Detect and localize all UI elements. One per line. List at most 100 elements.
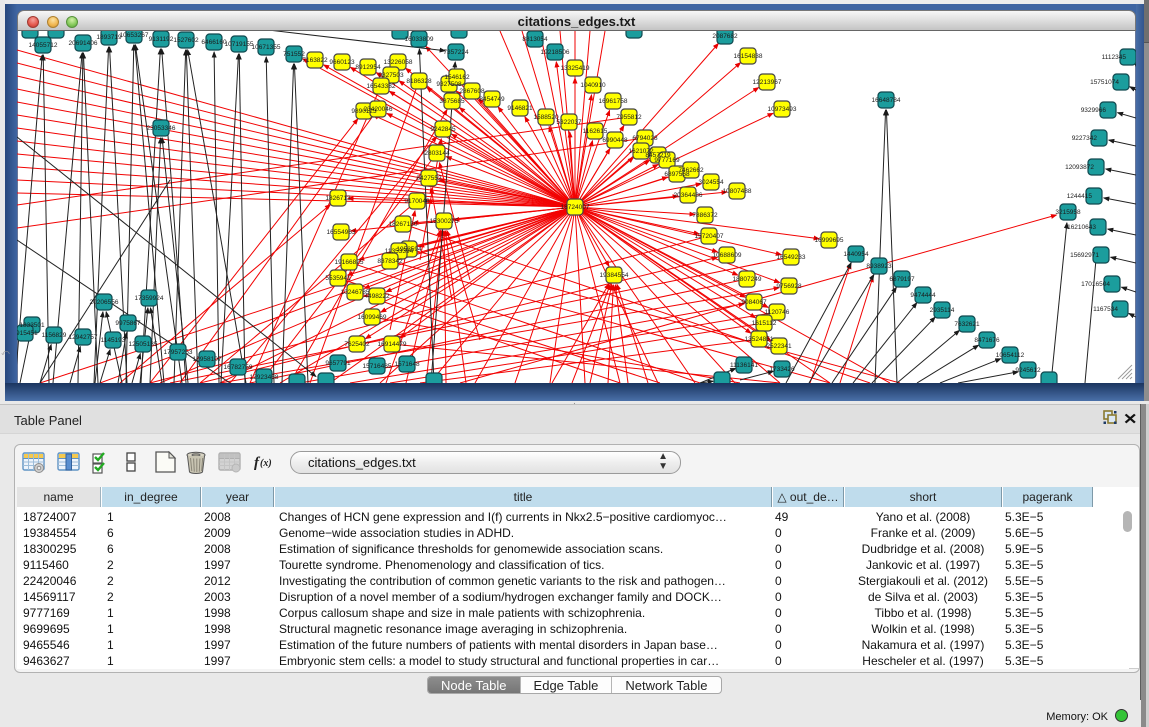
svg-text:16782759: 16782759 (224, 364, 253, 371)
svg-text:10654112: 10654112 (996, 352, 1025, 359)
svg-text:9327503: 9327503 (378, 72, 404, 79)
svg-text:8938923: 8938923 (866, 263, 892, 270)
svg-text:1162615: 1162615 (583, 128, 608, 135)
svg-text:20364486: 20364486 (674, 192, 703, 199)
svg-text:1120746: 1120746 (765, 309, 790, 316)
svg-text:2087682: 2087682 (712, 33, 738, 40)
svg-text:1733426: 1733426 (769, 366, 795, 373)
svg-text:8813054: 8813054 (522, 36, 548, 43)
svg-text:15716485: 15716485 (363, 363, 392, 370)
svg-text:13226058: 13226058 (384, 59, 413, 66)
svg-text:7625402: 7625402 (344, 341, 370, 348)
svg-text:2935114: 2935114 (930, 307, 955, 314)
svg-text:15692971: 15692971 (1070, 252, 1099, 259)
svg-text:15751074: 15751074 (1090, 79, 1119, 86)
svg-text:7163822: 7163822 (302, 57, 328, 64)
svg-text:1893719: 1893719 (96, 34, 122, 41)
svg-text:1546162: 1546162 (444, 74, 470, 81)
svg-text:17957253: 17957253 (164, 349, 193, 356)
svg-text:16914479: 16914479 (378, 341, 407, 348)
svg-text:12923468: 12923468 (250, 374, 279, 381)
svg-text:15720407: 15720407 (695, 233, 724, 240)
svg-text:1527602: 1527602 (173, 37, 199, 44)
svg-text:9474444: 9474444 (910, 292, 936, 299)
svg-text:19166825: 19166825 (335, 259, 364, 266)
svg-text:16961758: 16961758 (599, 98, 628, 105)
svg-text:9756928: 9756928 (776, 283, 802, 290)
svg-text:19384554: 19384554 (600, 272, 629, 279)
svg-text:(x): (x) (260, 458, 272, 469)
svg-text:18267130: 18267130 (389, 221, 418, 228)
svg-text:1167534: 1167534 (1093, 306, 1118, 313)
svg-text:8471676: 8471676 (974, 337, 1000, 344)
svg-text:9329966: 9329966 (1081, 107, 1107, 114)
svg-text:6990448: 6990448 (602, 137, 628, 144)
svg-text:18724007: 18724007 (561, 204, 590, 211)
svg-text:2522341: 2522341 (766, 343, 792, 350)
svg-text:11353394: 11353394 (385, 248, 414, 255)
svg-text:9327508: 9327508 (436, 81, 462, 88)
svg-text:7886372: 7886372 (692, 212, 718, 219)
svg-text:20691406: 20691406 (69, 40, 98, 47)
svg-text:1112345: 1112345 (1102, 54, 1127, 61)
svg-text:9227342: 9227342 (1072, 135, 1098, 142)
svg-text:4498222: 4498222 (364, 293, 390, 300)
svg-text:12093872: 12093872 (1065, 164, 1094, 171)
svg-text:9660123: 9660123 (329, 59, 355, 66)
svg-text:12942757: 12942757 (69, 334, 98, 341)
svg-text:9131192: 9131192 (149, 36, 174, 43)
svg-text:15300275: 15300275 (430, 218, 459, 225)
svg-text:1156829: 1156829 (42, 332, 67, 339)
svg-text:10958107: 10958107 (193, 356, 222, 363)
svg-text:16549233: 16549233 (777, 254, 806, 261)
svg-text:1145193: 1145193 (101, 337, 126, 344)
svg-text:1615112: 1615112 (752, 320, 777, 327)
svg-text:8427552: 8427552 (416, 175, 442, 182)
svg-text:8912954: 8912954 (355, 64, 381, 71)
svg-text:2803144: 2803144 (424, 150, 450, 157)
svg-text:3875685: 3875685 (439, 98, 465, 105)
svg-text:13325419: 13325419 (561, 65, 590, 72)
svg-text:12505135: 12505135 (129, 341, 158, 348)
svg-text:7357224: 7357224 (443, 49, 469, 56)
svg-text:3024554: 3024554 (698, 179, 724, 186)
svg-text:7955812: 7955812 (616, 114, 642, 121)
svg-text:1440954: 1440954 (843, 251, 869, 258)
svg-text:23053346: 23053346 (147, 125, 176, 132)
svg-text:5322037: 5322037 (556, 119, 582, 126)
svg-text:16033809: 16033809 (405, 36, 434, 43)
svg-text:3215958: 3215958 (1055, 209, 1081, 216)
svg-text:1244415: 1244415 (1067, 193, 1093, 200)
svg-text:7462662: 7462662 (678, 167, 704, 174)
svg-text:16543382: 16543382 (367, 83, 396, 90)
svg-text:16099469: 16099469 (358, 314, 387, 321)
svg-text:11136141: 11136141 (730, 362, 758, 369)
svg-text:20206556: 20206556 (90, 299, 119, 306)
svg-text:17016504: 17016504 (1081, 281, 1110, 288)
svg-text:10973493: 10973493 (768, 106, 797, 113)
svg-text:3915451: 3915451 (17, 330, 38, 337)
svg-text:12213967: 12213967 (753, 79, 782, 86)
svg-text:2867608: 2867608 (459, 88, 485, 95)
svg-text:8186328: 8186328 (406, 78, 432, 85)
svg-text:9657791: 9657791 (325, 360, 351, 367)
svg-text:8378342: 8378342 (377, 258, 403, 265)
svg-text:10671355: 10671355 (252, 44, 281, 51)
svg-text:5535941: 5535941 (325, 275, 351, 282)
svg-text:7632621: 7632621 (954, 321, 980, 328)
svg-text:19218506: 19218506 (541, 49, 570, 56)
svg-text:1040910: 1040910 (580, 82, 606, 89)
svg-text:6466160: 6466160 (201, 39, 227, 46)
svg-text:1588520: 1588520 (533, 114, 559, 121)
svg-text:9245612: 9245612 (1015, 367, 1041, 374)
svg-text:8454749: 8454749 (479, 96, 505, 103)
svg-text:6879197: 6879197 (889, 276, 915, 283)
svg-text:1571648: 1571648 (394, 361, 420, 368)
svg-text:18807249: 18807249 (733, 276, 762, 283)
svg-text:17359924: 17359924 (135, 295, 164, 302)
svg-text:16999695: 16999695 (815, 237, 844, 244)
svg-text:16648784: 16648784 (872, 97, 901, 104)
svg-text:9242845: 9242845 (430, 126, 456, 133)
svg-text:23420046: 23420046 (364, 106, 393, 113)
svg-text:10719155: 10719155 (225, 41, 254, 48)
